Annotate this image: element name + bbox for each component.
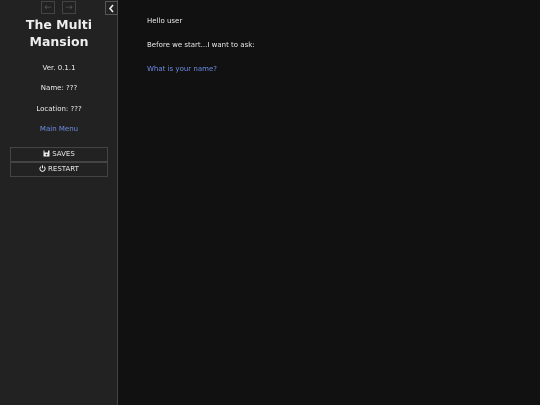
story-title-line-1: The Multi (25, 17, 93, 32)
saves-button[interactable]: SAVES (10, 147, 108, 162)
history-forward-button[interactable]: → (62, 1, 76, 14)
intro-text: Before we start...I want to ask: (147, 41, 255, 49)
player-name-text: Name: ??? (40, 84, 78, 92)
version-text: Ver. 0.1.1 (42, 64, 76, 72)
chevron-left-icon (108, 4, 114, 13)
restart-button[interactable]: RESTART (10, 162, 108, 177)
arrow-right-icon: → (65, 3, 73, 13)
power-icon (39, 165, 46, 172)
arrow-left-icon: ← (44, 3, 52, 13)
restart-label: RESTART (48, 165, 79, 173)
location-text: Location: ??? (36, 105, 82, 113)
sidebar: ← → The Multi Mansion Ver. 0.1.1 Name: ?… (0, 0, 118, 405)
main-menu-link[interactable]: Main Menu (0, 124, 118, 134)
saves-label: SAVES (52, 150, 75, 158)
story-title-line-2: Mansion (29, 34, 89, 49)
save-icon (43, 150, 50, 157)
name-question-link[interactable]: What is your name? (147, 65, 217, 73)
greeting-text: Hello user (147, 17, 183, 25)
story-title: The Multi Mansion (0, 16, 118, 50)
sidebar-toggle-button[interactable] (105, 1, 118, 15)
history-back-button[interactable]: ← (41, 1, 55, 14)
